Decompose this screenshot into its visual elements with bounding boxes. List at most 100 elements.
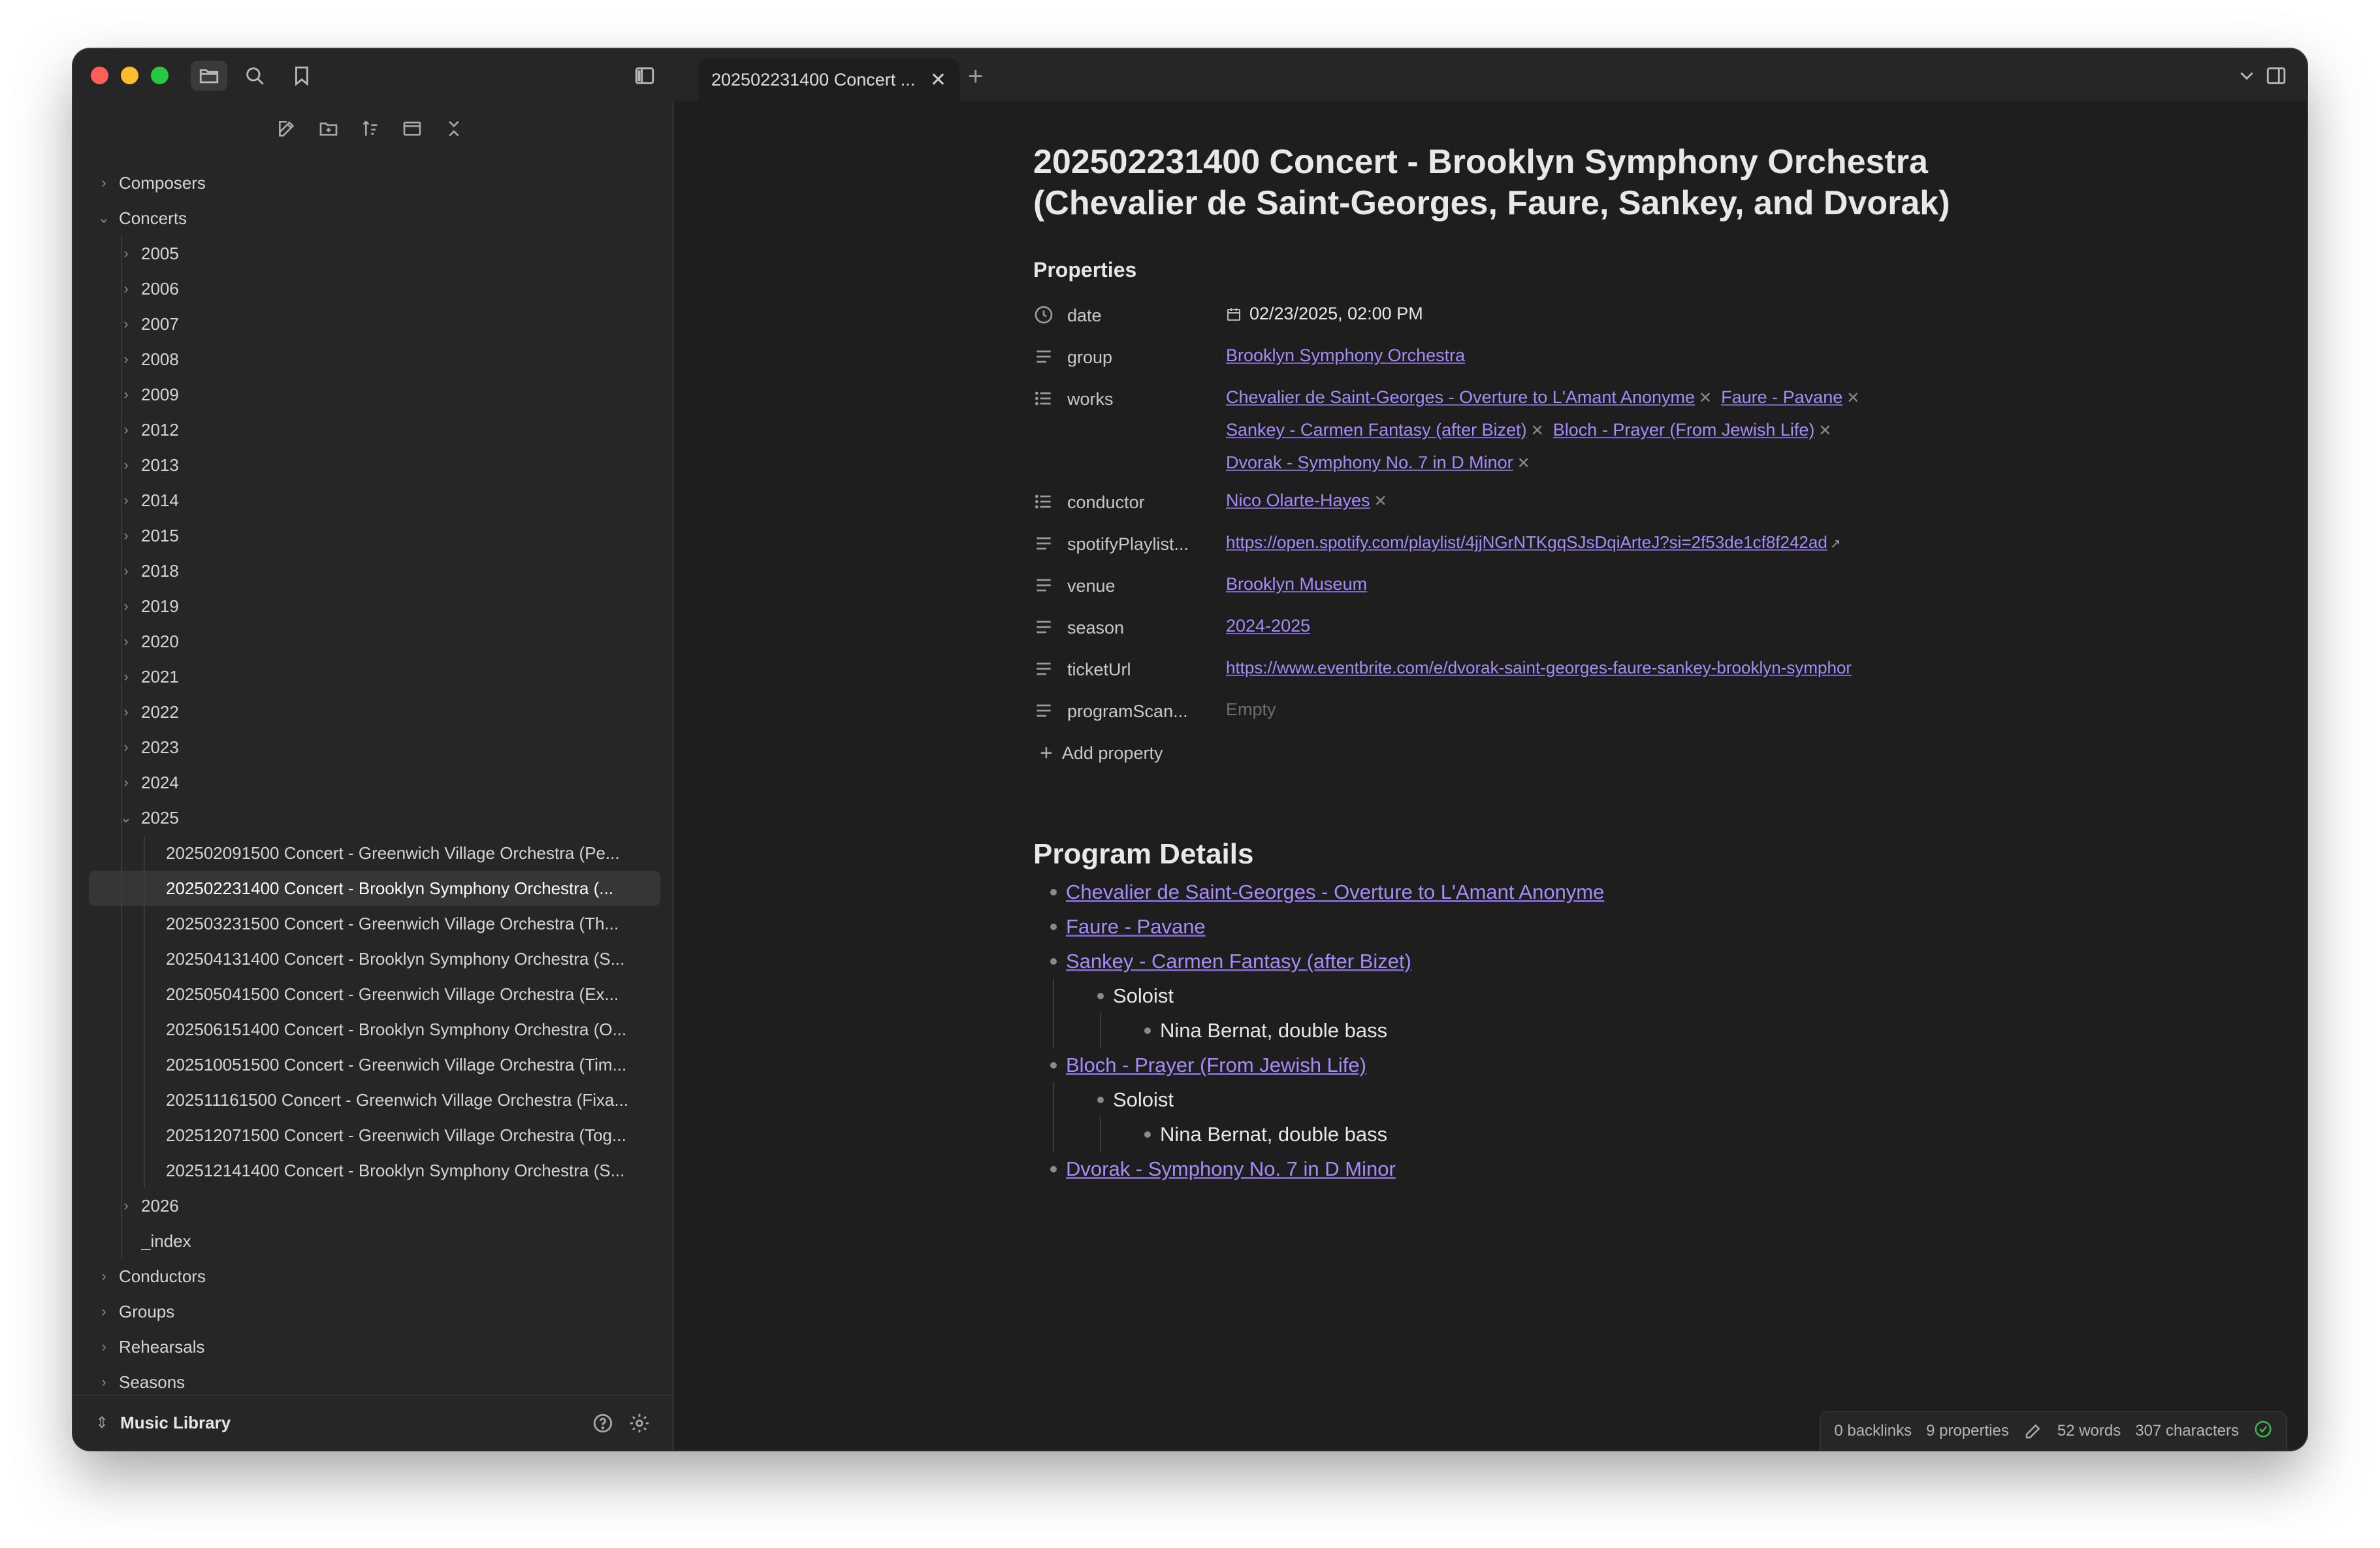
folder-item[interactable]: › 2008 bbox=[89, 342, 660, 377]
chevron-right-icon[interactable]: › bbox=[94, 1374, 114, 1391]
bullet-icon[interactable] bbox=[1144, 1131, 1151, 1138]
remove-value-icon[interactable]: ✕ bbox=[1374, 492, 1387, 510]
property-name[interactable]: programScan... bbox=[1067, 690, 1226, 722]
folder-item[interactable]: _index bbox=[89, 1223, 660, 1259]
backlinks-count[interactable]: 0 backlinks bbox=[1834, 1422, 1912, 1440]
list-item-text[interactable]: Soloist bbox=[1113, 1082, 1174, 1117]
file-item[interactable]: 202512141400 Concert - Brooklyn Symphony… bbox=[89, 1153, 660, 1188]
chevron-right-icon[interactable]: › bbox=[116, 527, 136, 544]
chevron-right-icon[interactable]: › bbox=[116, 598, 136, 615]
work-link[interactable]: Dvorak - Symphony No. 7 in D Minor bbox=[1226, 453, 1513, 472]
sidebar-toggle-icon[interactable] bbox=[626, 61, 663, 91]
new-folder-icon[interactable] bbox=[314, 114, 343, 143]
property-name[interactable]: group bbox=[1067, 336, 1226, 368]
folder-item[interactable]: ⌄ Concerts bbox=[89, 201, 660, 236]
folder-item[interactable]: › 2018 bbox=[89, 553, 660, 589]
folder-item[interactable]: › 2020 bbox=[89, 624, 660, 659]
folder-item[interactable]: › 2014 bbox=[89, 483, 660, 518]
bullet-icon[interactable] bbox=[1050, 923, 1057, 930]
bullet-icon[interactable] bbox=[1097, 1096, 1104, 1103]
folder-item[interactable]: › 2009 bbox=[89, 377, 660, 412]
note-title[interactable]: 202502231400 Concert - Brooklyn Symphony… bbox=[1033, 142, 2013, 224]
work-link[interactable]: Chevalier de Saint-Georges - Overture to… bbox=[1226, 387, 1695, 407]
folder-item[interactable]: › 2013 bbox=[89, 447, 660, 483]
close-all-icon[interactable] bbox=[440, 114, 468, 143]
work-link[interactable]: Chevalier de Saint-Georges - Overture to… bbox=[1066, 875, 1604, 909]
gear-icon[interactable] bbox=[628, 1412, 651, 1434]
file-item[interactable]: 202511161500 Concert - Greenwich Village… bbox=[89, 1082, 660, 1118]
folder-item[interactable]: › Conductors bbox=[89, 1259, 660, 1294]
chevron-right-icon[interactable]: › bbox=[116, 562, 136, 579]
remove-value-icon[interactable]: ✕ bbox=[1517, 455, 1530, 472]
chevron-right-icon[interactable]: › bbox=[116, 457, 136, 474]
remove-value-icon[interactable]: ✕ bbox=[1846, 389, 1859, 407]
folder-icon[interactable] bbox=[191, 61, 227, 91]
tab-close-icon[interactable]: ✕ bbox=[930, 69, 946, 91]
ticket-link[interactable]: https://www.eventbrite.com/e/dvorak-sain… bbox=[1226, 658, 1852, 677]
right-sidebar-icon[interactable] bbox=[2258, 61, 2294, 91]
check-circle-icon[interactable] bbox=[2253, 1419, 2273, 1443]
chevron-right-icon[interactable]: › bbox=[116, 1197, 136, 1214]
file-item[interactable]: 202504131400 Concert - Brooklyn Symphony… bbox=[89, 941, 660, 976]
folder-item[interactable]: › 2015 bbox=[89, 518, 660, 553]
chevron-right-icon[interactable]: › bbox=[116, 633, 136, 650]
property-name[interactable]: date bbox=[1067, 294, 1226, 326]
property-name[interactable]: conductor bbox=[1067, 481, 1226, 513]
bullet-icon[interactable] bbox=[1097, 992, 1104, 999]
conductor-link[interactable]: Nico Olarte-Hayes bbox=[1226, 491, 1370, 510]
bullet-icon[interactable] bbox=[1050, 1165, 1057, 1172]
pencil-icon[interactable] bbox=[2023, 1421, 2043, 1441]
folder-item[interactable]: › 2021 bbox=[89, 659, 660, 694]
chevron-right-icon[interactable]: › bbox=[116, 774, 136, 791]
folder-item[interactable]: › 2026 bbox=[89, 1188, 660, 1223]
help-icon[interactable] bbox=[592, 1412, 614, 1434]
list-item-text[interactable]: Soloist bbox=[1113, 978, 1174, 1013]
list-item-text[interactable]: Nina Bernat, double bass bbox=[1160, 1117, 1387, 1152]
file-item[interactable]: 202512071500 Concert - Greenwich Village… bbox=[89, 1118, 660, 1153]
work-link[interactable]: Faure - Pavane bbox=[1066, 909, 1206, 944]
work-link[interactable]: Bloch - Prayer (From Jewish Life) bbox=[1553, 420, 1815, 440]
chevron-right-icon[interactable]: › bbox=[116, 668, 136, 685]
new-note-icon[interactable] bbox=[272, 114, 301, 143]
property-name[interactable]: venue bbox=[1067, 564, 1226, 596]
file-item[interactable]: 202503231500 Concert - Greenwich Village… bbox=[89, 906, 660, 941]
chevron-right-icon[interactable]: › bbox=[116, 492, 136, 509]
zoom-window-button[interactable] bbox=[151, 67, 169, 84]
bullet-icon[interactable] bbox=[1050, 958, 1057, 965]
chevron-right-icon[interactable]: › bbox=[116, 280, 136, 297]
folder-item[interactable]: › Groups bbox=[89, 1294, 660, 1329]
file-item[interactable]: 202502231400 Concert - Brooklyn Symphony… bbox=[89, 871, 660, 906]
chevron-down-icon[interactable]: ⌄ bbox=[116, 809, 136, 826]
chevron-right-icon[interactable]: › bbox=[116, 739, 136, 756]
chevron-right-icon[interactable]: › bbox=[94, 1268, 114, 1285]
folder-item[interactable]: › 2006 bbox=[89, 271, 660, 306]
folder-item[interactable]: › 2007 bbox=[89, 306, 660, 342]
minimize-window-button[interactable] bbox=[121, 67, 138, 84]
chevron-down-icon[interactable]: ⌄ bbox=[94, 210, 114, 227]
property-name[interactable]: season bbox=[1067, 606, 1226, 638]
file-item[interactable]: 202505041500 Concert - Greenwich Village… bbox=[89, 976, 660, 1012]
remove-value-icon[interactable]: ✕ bbox=[1818, 422, 1831, 440]
bookmark-icon[interactable] bbox=[283, 61, 320, 91]
file-item[interactable]: 202502091500 Concert - Greenwich Village… bbox=[89, 835, 660, 871]
folder-item[interactable]: ⌄ 2025 bbox=[89, 800, 660, 835]
work-link[interactable]: Sankey - Carmen Fantasy (after Bizet) bbox=[1226, 420, 1527, 440]
folder-item[interactable]: › 2005 bbox=[89, 236, 660, 271]
work-link[interactable]: Bloch - Prayer (From Jewish Life) bbox=[1066, 1048, 1366, 1082]
chevron-right-icon[interactable]: › bbox=[116, 421, 136, 438]
close-window-button[interactable] bbox=[91, 67, 108, 84]
chevron-right-icon[interactable]: › bbox=[116, 703, 136, 720]
folder-item[interactable]: › Composers bbox=[89, 165, 660, 201]
group-link[interactable]: Brooklyn Symphony Orchestra bbox=[1226, 346, 1465, 365]
add-property-button[interactable]: + Add property bbox=[1033, 741, 2013, 766]
collapse-icon[interactable] bbox=[398, 114, 426, 143]
chevron-right-icon[interactable]: › bbox=[116, 245, 136, 262]
properties-heading[interactable]: Properties bbox=[1033, 258, 2013, 282]
work-link[interactable]: Faure - Pavane bbox=[1721, 387, 1842, 407]
season-link[interactable]: 2024-2025 bbox=[1226, 616, 1310, 636]
chevron-right-icon[interactable]: › bbox=[116, 386, 136, 403]
work-link[interactable]: Sankey - Carmen Fantasy (after Bizet) bbox=[1066, 944, 1411, 978]
search-icon[interactable] bbox=[236, 61, 273, 91]
chevron-right-icon[interactable]: › bbox=[94, 1338, 114, 1355]
remove-value-icon[interactable]: ✕ bbox=[1531, 422, 1544, 440]
